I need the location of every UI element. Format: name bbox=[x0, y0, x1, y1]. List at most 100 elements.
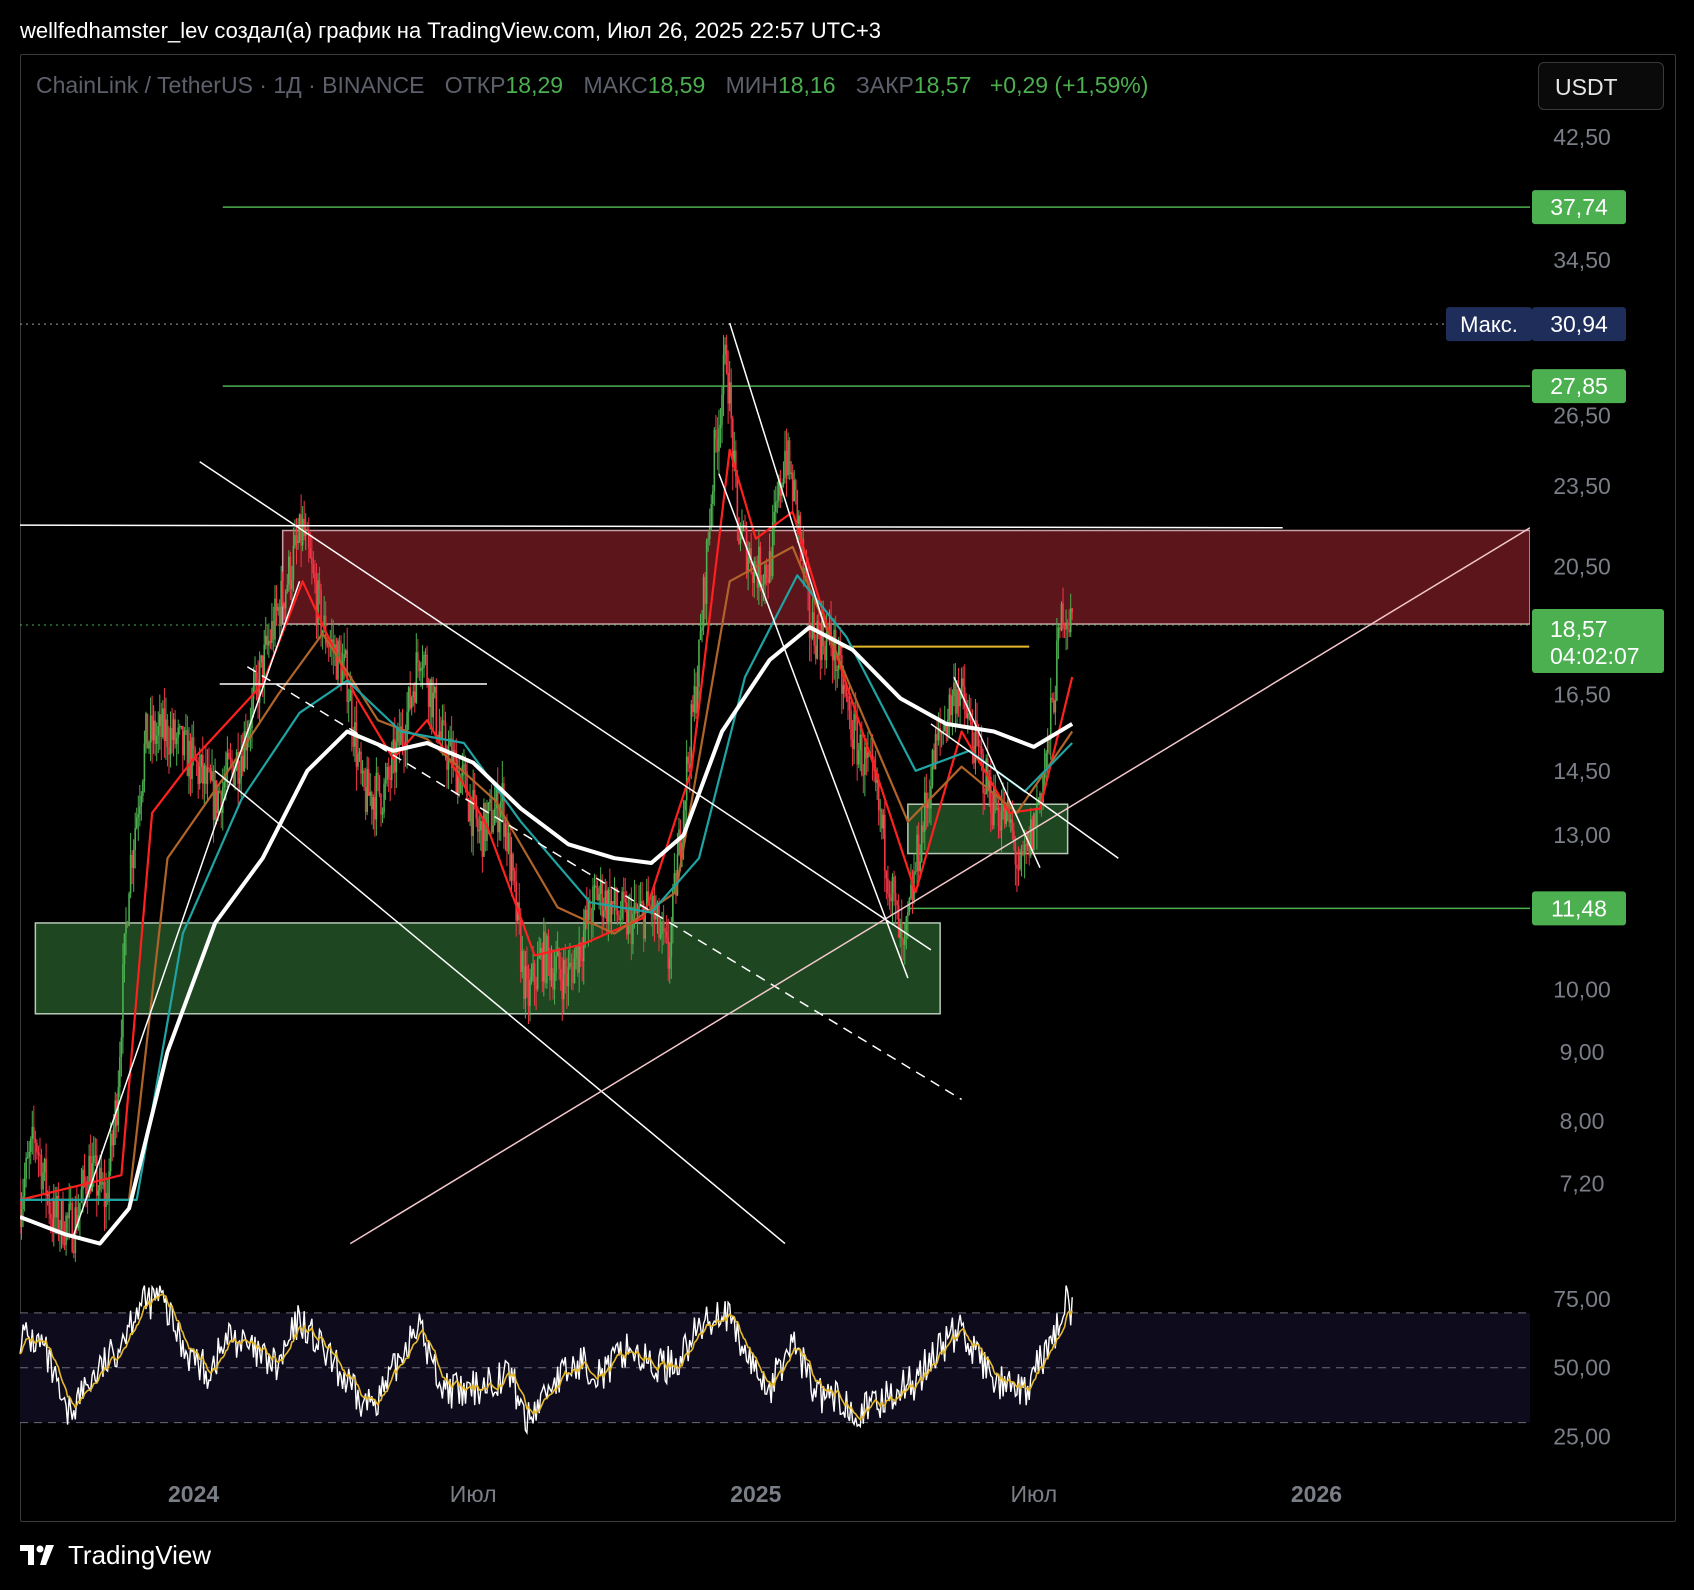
candle-body bbox=[555, 956, 557, 973]
change-value: +0,29 (+1,59%) bbox=[989, 72, 1149, 98]
y-tick-label: 13,00 bbox=[1553, 822, 1611, 848]
candle-body bbox=[20, 1199, 21, 1228]
candle-body bbox=[108, 1171, 110, 1202]
candle-body bbox=[569, 962, 571, 968]
candle-body bbox=[715, 429, 717, 439]
candle-body bbox=[249, 728, 252, 731]
candle-body bbox=[811, 612, 814, 639]
candle-body bbox=[99, 1167, 101, 1191]
candle-body bbox=[120, 1037, 123, 1057]
candle-body bbox=[28, 1151, 31, 1158]
candle-body bbox=[172, 719, 175, 741]
candle-body bbox=[384, 780, 387, 784]
candle-body bbox=[905, 916, 908, 931]
candle-body bbox=[378, 775, 381, 795]
tradingview-logo[interactable]: TradingView bbox=[20, 1540, 211, 1571]
candle-body bbox=[831, 647, 834, 661]
candle-body bbox=[148, 742, 150, 749]
candle-body bbox=[423, 654, 425, 668]
y-tick-label: 26,50 bbox=[1553, 402, 1611, 428]
candle-body bbox=[804, 569, 806, 571]
candle-body bbox=[950, 694, 952, 716]
candle-body bbox=[228, 752, 230, 759]
countdown-label: 04:02:07 bbox=[1550, 643, 1640, 669]
candle-body bbox=[728, 382, 731, 404]
candle-body bbox=[695, 686, 697, 714]
candle-body bbox=[549, 953, 551, 981]
candle-body bbox=[496, 788, 499, 833]
max-prefix-label: Макс. bbox=[1460, 312, 1518, 337]
x-tick-label: Июл bbox=[450, 1481, 497, 1507]
candle-body bbox=[31, 1126, 34, 1140]
candle-body bbox=[189, 740, 192, 780]
symbol-label: ChainLink / TetherUS · 1Д · BINANCE bbox=[36, 72, 425, 98]
candle-body bbox=[702, 576, 705, 628]
candle-body bbox=[369, 792, 372, 796]
candle-body bbox=[63, 1244, 66, 1246]
candle-body bbox=[836, 669, 839, 671]
candle-body bbox=[318, 580, 321, 590]
candle-body bbox=[814, 645, 817, 659]
candle-body bbox=[458, 770, 461, 793]
candle-body bbox=[426, 654, 428, 684]
candle-body bbox=[532, 963, 534, 978]
candle-body bbox=[183, 730, 186, 756]
candle-body bbox=[23, 1178, 26, 1197]
candle-body bbox=[664, 931, 666, 933]
candle-body bbox=[241, 756, 244, 772]
candle-body bbox=[1033, 813, 1035, 851]
candle-body bbox=[43, 1158, 46, 1173]
candle-body bbox=[853, 713, 855, 750]
low-value: 18,16 bbox=[777, 72, 836, 98]
candle-body bbox=[188, 740, 190, 777]
candle-body bbox=[281, 580, 284, 604]
candle-body bbox=[713, 429, 716, 492]
candle-body bbox=[69, 1203, 72, 1205]
candle-body bbox=[847, 696, 849, 703]
candle-body bbox=[45, 1158, 47, 1196]
candle-body bbox=[291, 580, 293, 590]
candle-body bbox=[134, 828, 137, 850]
candle-body bbox=[885, 871, 888, 879]
candle-body bbox=[996, 807, 998, 811]
candle-body bbox=[29, 1139, 32, 1152]
candle-body bbox=[610, 901, 613, 924]
candle-body bbox=[264, 635, 267, 645]
candle-body bbox=[999, 826, 1001, 831]
candle-body bbox=[180, 726, 183, 728]
candle-body bbox=[527, 980, 530, 1007]
candle-body bbox=[612, 901, 614, 905]
candle-body bbox=[112, 1127, 115, 1146]
price-chart[interactable]: 42,50 34,50 26,50 23,50 20,50 16,50 14,50 13,00… bbox=[0, 0, 1694, 1590]
candle-body bbox=[633, 902, 636, 915]
candle-body bbox=[979, 746, 981, 748]
candle-body bbox=[366, 769, 368, 813]
currency-button[interactable]: USDT bbox=[1538, 62, 1664, 110]
candle-body bbox=[357, 753, 359, 767]
candle-body bbox=[668, 957, 671, 969]
candle-body bbox=[582, 930, 585, 962]
candle-body bbox=[768, 551, 771, 583]
candle-body bbox=[277, 607, 279, 611]
candle-body bbox=[37, 1152, 40, 1155]
candle-body bbox=[217, 791, 219, 814]
candle-body bbox=[859, 734, 862, 751]
candle-body bbox=[997, 807, 1000, 827]
candle-body bbox=[177, 727, 180, 738]
candle-body bbox=[762, 583, 765, 585]
rsi-tick-label: 75,00 bbox=[1553, 1286, 1611, 1312]
candle-body bbox=[856, 721, 858, 765]
candle-body bbox=[788, 440, 791, 475]
candle-body bbox=[793, 480, 796, 502]
candle-body bbox=[1036, 803, 1038, 826]
candle-body bbox=[519, 919, 522, 973]
x-tick-label: 2026 bbox=[1291, 1481, 1342, 1507]
candle-body bbox=[627, 910, 630, 935]
candle-body bbox=[685, 756, 688, 801]
candle-body bbox=[195, 760, 198, 763]
candle-body bbox=[559, 968, 562, 980]
y-tick-label: 42,50 bbox=[1553, 124, 1611, 150]
candle-body bbox=[65, 1215, 67, 1245]
candle-body bbox=[538, 955, 541, 959]
candle-body bbox=[229, 758, 232, 760]
